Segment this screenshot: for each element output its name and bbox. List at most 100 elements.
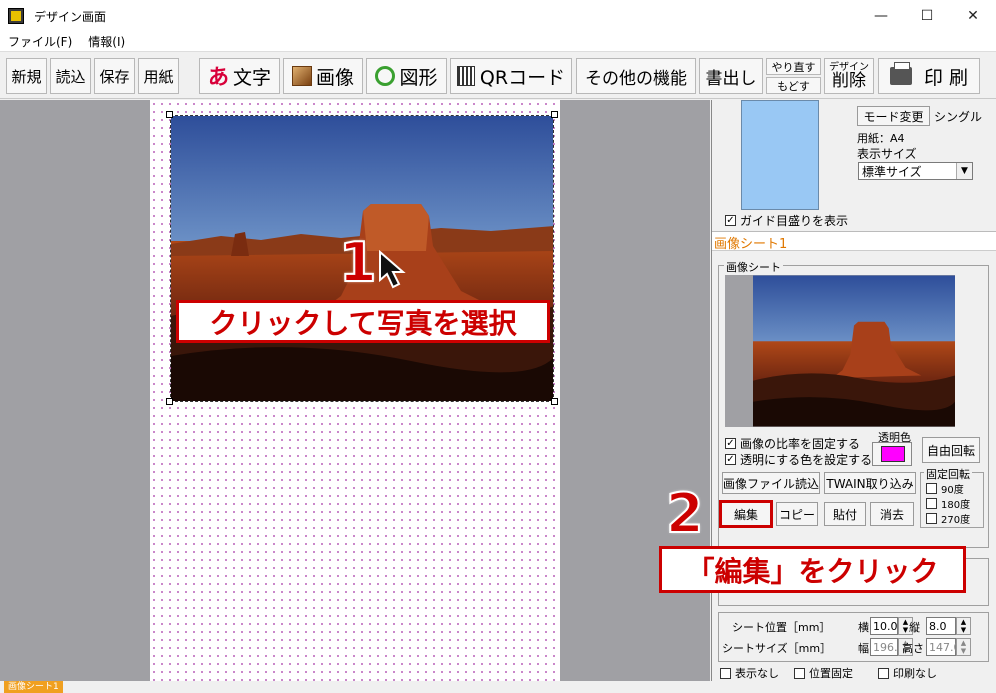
copy-button[interactable]: コピー <box>776 502 818 526</box>
rotate-90-checkbox[interactable]: 90度 <box>926 481 964 496</box>
position-y-input[interactable]: 8.0 ▲ ▼ <box>926 617 971 635</box>
image-thumbnail-frame <box>725 275 955 427</box>
other-features-button[interactable]: その他の機能 <box>576 58 696 94</box>
selection-handle[interactable] <box>166 111 173 118</box>
rotate-180-checkbox[interactable]: 180度 <box>926 496 970 511</box>
checkbox-empty-icon <box>794 667 805 679</box>
paper-preview <box>741 100 819 210</box>
vertical-label: 縦 <box>909 621 920 634</box>
image-icon <box>291 66 312 86</box>
status-sheet-tab[interactable]: 画像シート1 <box>4 681 63 693</box>
checkbox-checked-icon: ✓ <box>725 214 736 226</box>
lock-position-label: 位置固定 <box>809 667 853 680</box>
chevron-down-icon: ▼ <box>956 163 972 179</box>
hide-label: 表示なし <box>735 667 779 680</box>
checkbox-empty-icon <box>926 513 937 524</box>
mode-change-button[interactable]: モード変更 <box>857 106 930 126</box>
twain-import-button[interactable]: TWAIN取り込み <box>824 472 916 494</box>
checkbox-empty-icon <box>926 498 937 509</box>
title-bar: デザイン画面 — ☐ ✕ <box>0 0 996 32</box>
load-image-file-button[interactable]: 画像ファイル読込 <box>722 472 820 494</box>
fix-ratio-checkbox[interactable]: ✓ 画像の比率を固定する <box>725 435 860 452</box>
printer-icon <box>889 62 912 85</box>
cursor-arrow-icon <box>379 250 406 289</box>
circle-icon <box>375 66 396 86</box>
guide-checkbox[interactable]: ✓ ガイド目盛りを表示 <box>725 212 848 229</box>
position-x-value: 10.0 <box>873 619 898 633</box>
display-size-label: 表示サイズ <box>857 147 917 161</box>
no-print-checkbox[interactable]: 印刷なし <box>878 665 937 681</box>
spinner-icon[interactable]: ▲ ▼ <box>956 638 971 656</box>
guide-checkbox-label: ガイド目盛りを表示 <box>740 214 849 228</box>
selection-handle[interactable] <box>166 398 173 405</box>
paper-button[interactable]: 用紙 <box>138 58 179 94</box>
tab-image-sheet-1[interactable]: 画像シート1 <box>714 233 787 252</box>
save-button[interactable]: 保存 <box>94 58 135 94</box>
sheet-tab-header: 画像シート1 <box>712 231 996 252</box>
free-rotate-button[interactable]: 自由回転 <box>922 437 980 463</box>
lock-position-checkbox[interactable]: 位置固定 <box>794 665 853 681</box>
transparent-color-button[interactable] <box>872 442 912 466</box>
horizontal-label: 横 <box>858 621 869 634</box>
sheet-position-label: シート位置［mm］ <box>732 621 831 634</box>
sheet-size-label: シートサイズ［mm］ <box>722 642 832 655</box>
display-size-value: 標準サイズ <box>862 164 922 179</box>
erase-button[interactable]: 消去 <box>870 502 914 526</box>
selection-handle[interactable] <box>551 111 558 118</box>
maximize-icon[interactable]: ☐ <box>904 0 950 32</box>
status-bar: 画像シート1 <box>0 681 996 693</box>
redo-button[interactable]: やり直す <box>766 58 821 75</box>
right-panel: モード変更 シングル 用紙：A4 表示サイズ 標準サイズ ▼ ✓ ガイド目盛りを… <box>711 100 996 681</box>
position-x-input[interactable]: 10.0 ▲ ▼ <box>870 617 913 635</box>
paste-button[interactable]: 貼付 <box>824 502 866 526</box>
print-button-label: 印 刷 <box>923 66 969 89</box>
delete-design-button[interactable]: デザイン 削除 <box>824 58 874 94</box>
qr-button[interactable]: QRコード <box>450 58 572 94</box>
close-icon[interactable]: ✕ <box>950 0 996 32</box>
height-label: 高さ <box>902 642 924 655</box>
delete-design-bottom: 削除 <box>832 70 866 91</box>
new-button[interactable]: 新規 <box>6 58 47 94</box>
minimize-icon[interactable]: — <box>858 0 904 32</box>
paper-size-label: 用紙：A4 <box>857 132 905 145</box>
shape-button[interactable]: 図形 <box>366 58 447 94</box>
size-width-input[interactable]: 196.0 ▲ ▼ <box>870 638 913 656</box>
checkbox-empty-icon <box>926 483 937 494</box>
selection-handle[interactable] <box>551 398 558 405</box>
no-print-label: 印刷なし <box>893 667 937 680</box>
toolbar: 新規 読込 保存 用紙 あ 文字 画像 図形 QRコード その他の機能 書出し … <box>0 53 996 99</box>
qr-icon <box>456 66 475 86</box>
edit-button[interactable]: 編集 <box>719 500 773 528</box>
rotate-90-label: 90度 <box>941 485 964 496</box>
checkbox-empty-icon <box>878 667 889 679</box>
step1-callout: クリックして写真を選択 <box>176 300 550 343</box>
transparent-color-label: 透明にする色を設定する <box>740 453 873 467</box>
shape-button-label: 図形 <box>399 66 438 89</box>
hide-checkbox[interactable]: 表示なし <box>720 665 779 681</box>
export-button[interactable]: 書出し <box>699 58 763 94</box>
window-title: デザイン画面 <box>34 9 107 24</box>
text-icon: あ <box>207 65 229 89</box>
rotate-270-label: 270度 <box>941 515 971 526</box>
app-icon <box>8 8 24 24</box>
transparent-color-checkbox[interactable]: ✓ 透明にする色を設定する <box>725 451 872 468</box>
mode-value: シングル <box>934 110 983 124</box>
menu-file[interactable]: ファイル(F) <box>0 33 80 50</box>
checkbox-empty-icon <box>720 667 731 679</box>
rotate-270-checkbox[interactable]: 270度 <box>926 511 970 526</box>
print-button[interactable]: 印 刷 <box>878 58 980 94</box>
menu-info[interactable]: 情報(I) <box>80 33 133 50</box>
fixed-rotation-title: 固定回転 <box>924 466 972 482</box>
size-height-input[interactable]: 147.0 ▲ ▼ <box>926 638 971 656</box>
rotate-180-label: 180度 <box>941 500 971 511</box>
text-button[interactable]: あ 文字 <box>199 58 280 94</box>
image-button[interactable]: 画像 <box>283 58 363 94</box>
width-label: 幅 <box>858 642 869 655</box>
step1-number: 1 <box>338 231 378 294</box>
display-size-select[interactable]: 標準サイズ ▼ <box>858 162 973 180</box>
spinner-icon[interactable]: ▲ ▼ <box>956 617 971 635</box>
load-button[interactable]: 読込 <box>50 58 91 94</box>
checkbox-checked-icon: ✓ <box>725 437 736 449</box>
undo-button[interactable]: もどす <box>766 77 821 94</box>
image-thumbnail <box>753 275 955 427</box>
